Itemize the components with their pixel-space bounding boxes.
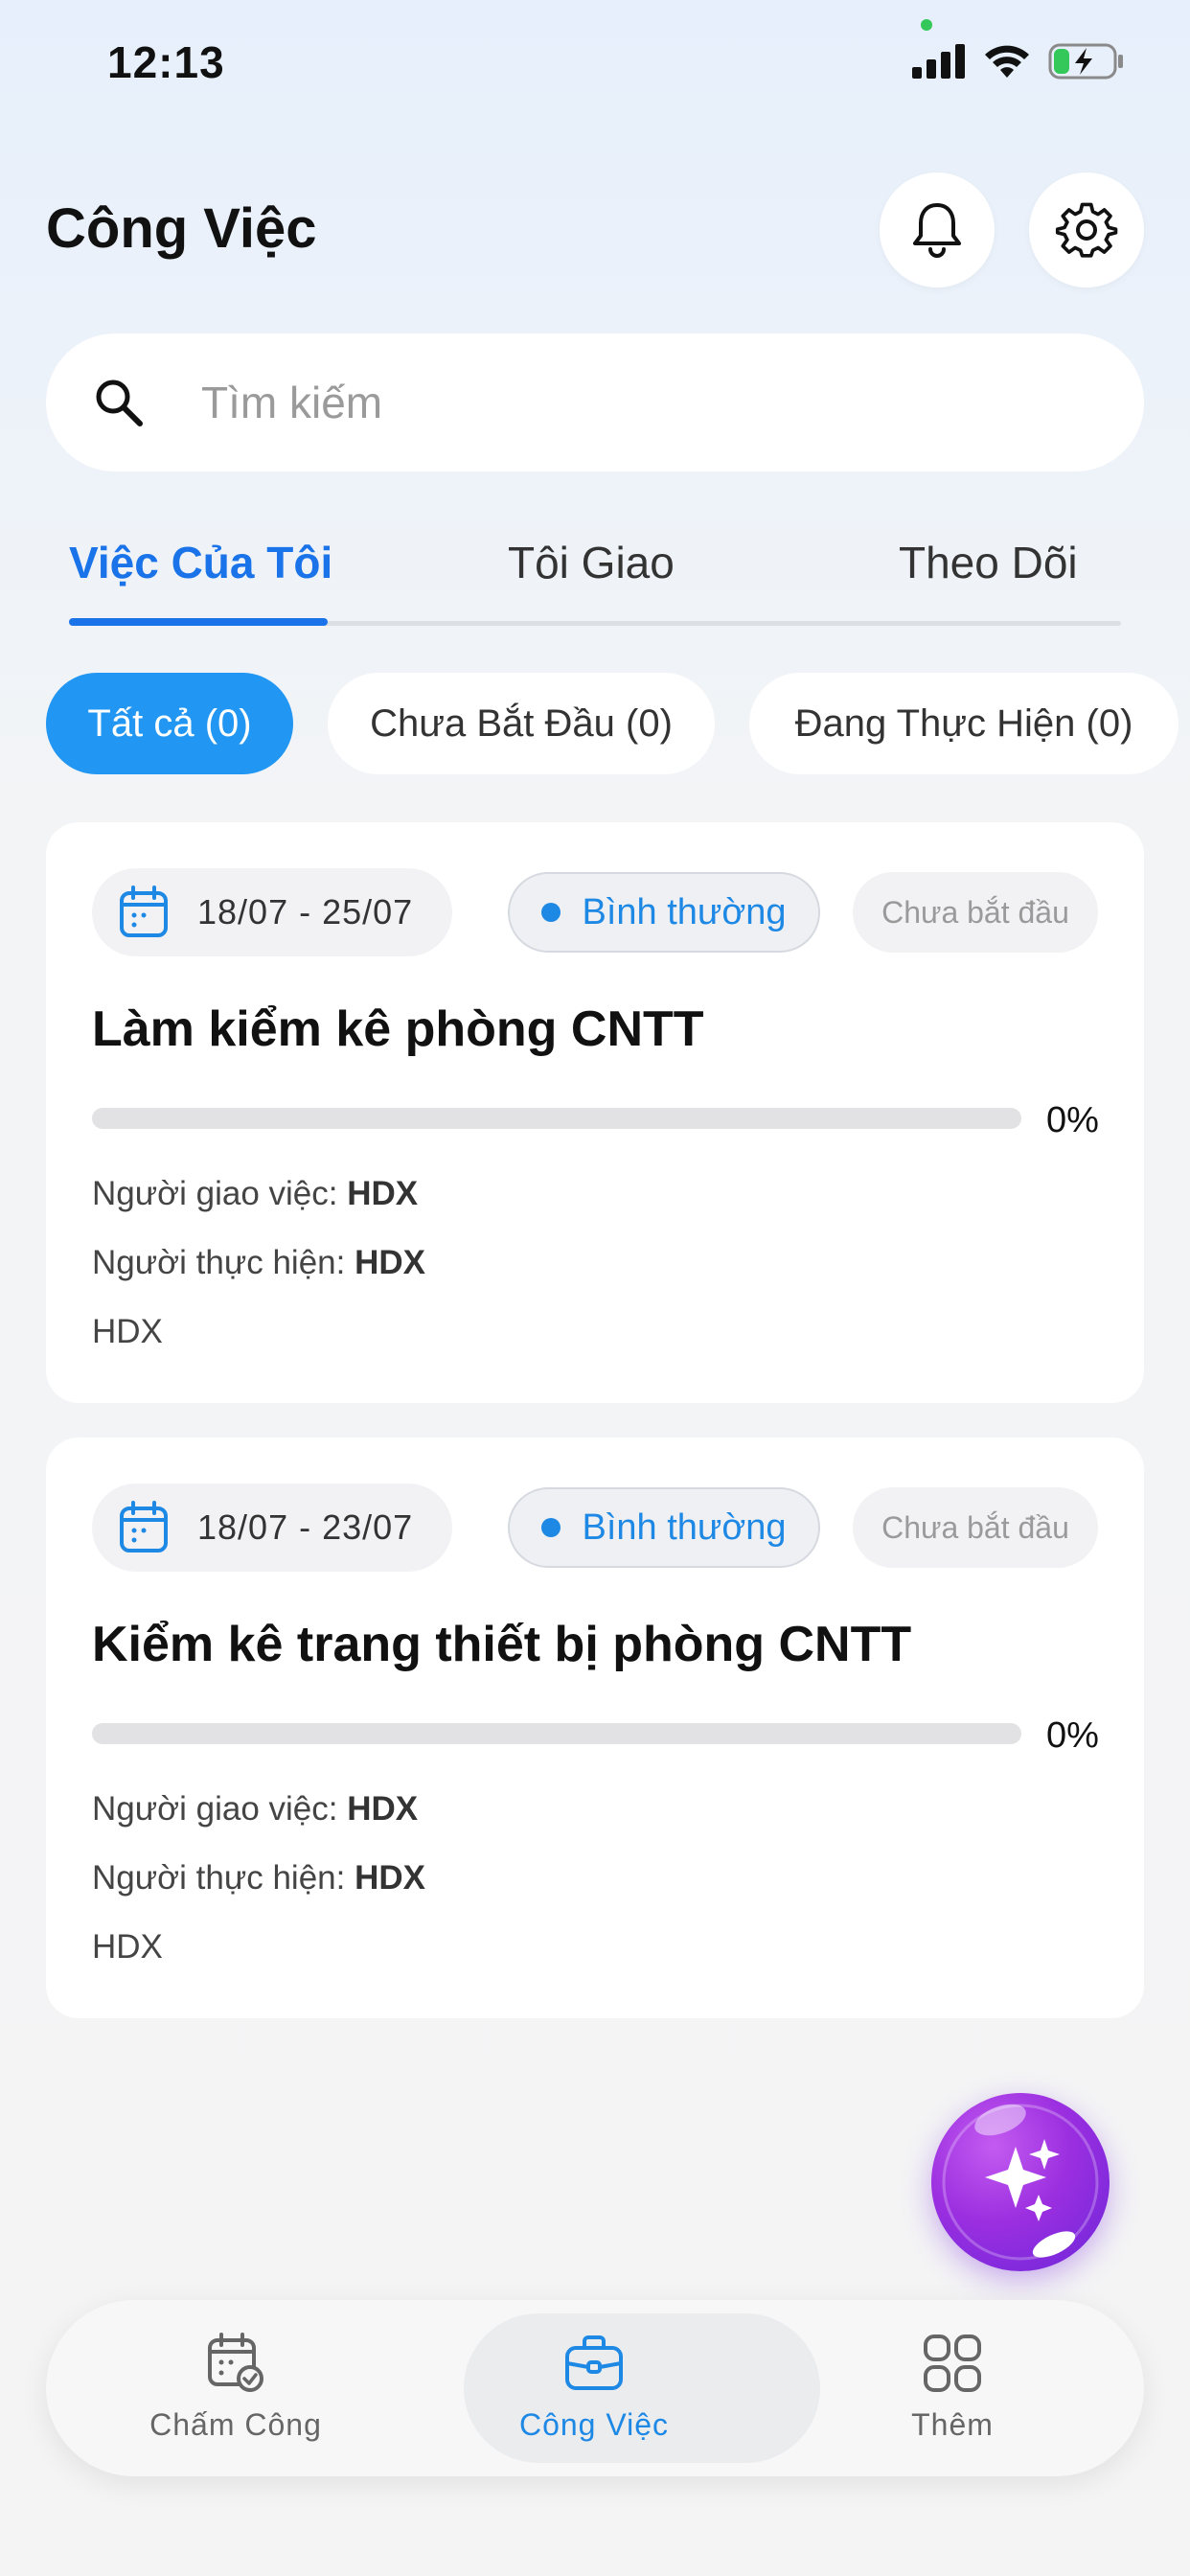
tab-my-tasks[interactable]: Việc Của Tôi	[69, 537, 332, 588]
status-icons	[912, 42, 1125, 80]
assignee-value: HDX	[355, 1859, 426, 1897]
task-title: Làm kiểm kê phòng CNTT	[92, 1001, 704, 1057]
nav-label: Thêm	[911, 2407, 994, 2442]
briefcase-icon	[565, 2335, 623, 2390]
calendar-check-icon	[208, 2333, 263, 2392]
assigner-row: Người giao việc: HDX	[92, 1175, 418, 1213]
nav-item-tasks[interactable]: Công Việc	[450, 2333, 738, 2443]
progress-percent: 0%	[1046, 1100, 1099, 1140]
unit-text: HDX	[92, 1313, 163, 1350]
priority-text: Bình thường	[582, 891, 787, 932]
assigner-row: Người giao việc: HDX	[92, 1790, 418, 1828]
settings-button[interactable]	[1029, 172, 1144, 288]
assignee-label: Người thực hiện:	[92, 1859, 346, 1897]
assignee-label: Người thực hiện:	[92, 1244, 346, 1281]
gear-icon	[1055, 202, 1118, 258]
task-card[interactable]: 18/07 - 23/07 Bình thường Chưa bắt đầu K…	[46, 1438, 1144, 2018]
progress-bar	[92, 1108, 1021, 1129]
progress-percent: 0%	[1046, 1715, 1099, 1756]
priority-text: Bình thường	[582, 1506, 787, 1548]
filter-all-chip[interactable]: Tất cả (0)	[46, 673, 293, 774]
priority-dot	[541, 903, 561, 922]
search-input[interactable]	[201, 377, 1064, 428]
assigner-value: HDX	[347, 1790, 419, 1828]
grid-icon	[924, 2334, 981, 2392]
assigner-label: Người giao việc:	[92, 1175, 338, 1212]
date-range-badge: 18/07 - 25/07	[92, 868, 452, 956]
calendar-icon	[120, 886, 168, 937]
active-tab-indicator	[69, 618, 328, 626]
sparkles-icon	[942, 2104, 1099, 2261]
assigner-label: Người giao việc:	[92, 1790, 338, 1828]
page-title: Công Việc	[46, 197, 317, 260]
signal-icon	[912, 44, 965, 79]
status-time: 12:13	[107, 37, 225, 87]
privacy-indicator-dot	[921, 19, 932, 31]
priority-dot	[541, 1518, 561, 1537]
tab-assigned-by-me[interactable]: Tôi Giao	[508, 537, 675, 588]
tab-following[interactable]: Theo Dõi	[899, 537, 1078, 588]
nav-label: Công Việc	[518, 2407, 670, 2442]
assignee-value: HDX	[355, 1244, 426, 1281]
nav-item-attendance[interactable]: Chấm Công	[92, 2333, 379, 2443]
progress-bar	[92, 1723, 1021, 1744]
search-bar[interactable]	[46, 334, 1144, 472]
bell-icon	[913, 203, 961, 258]
status-badge: Chưa bắt đầu	[853, 872, 1098, 953]
filter-not-started-chip[interactable]: Chưa Bắt Đầu (0)	[328, 673, 715, 774]
battery-charging-icon	[1048, 43, 1123, 80]
task-title: Kiểm kê trang thiết bị phòng CNTT	[92, 1617, 912, 1672]
assigner-value: HDX	[347, 1175, 419, 1212]
unit-text: HDX	[92, 1928, 163, 1966]
ai-assistant-button[interactable]	[931, 2093, 1110, 2271]
assignee-row: Người thực hiện: HDX	[92, 1244, 425, 1282]
nav-item-more[interactable]: Thêm	[809, 2333, 1096, 2443]
priority-badge: Bình thường	[508, 872, 820, 953]
calendar-icon	[120, 1501, 168, 1552]
bottom-navigation: Chấm Công Công Việc Thêm	[46, 2300, 1144, 2476]
tab-bar: Việc Của Tôi Tôi Giao Theo Dõi	[69, 537, 1121, 627]
priority-badge: Bình thường	[508, 1487, 820, 1568]
search-icon	[96, 380, 143, 426]
date-range-badge: 18/07 - 23/07	[92, 1484, 452, 1572]
filter-in-progress-chip[interactable]: Đang Thực Hiện (0)	[749, 673, 1179, 774]
date-range-text: 18/07 - 25/07	[197, 892, 414, 932]
nav-label: Chấm Công	[149, 2407, 322, 2442]
wifi-icon	[985, 45, 1029, 78]
assignee-row: Người thực hiện: HDX	[92, 1859, 425, 1898]
notifications-button[interactable]	[880, 172, 995, 288]
status-badge: Chưa bắt đầu	[853, 1487, 1098, 1568]
date-range-text: 18/07 - 23/07	[197, 1507, 414, 1547]
task-card[interactable]: 18/07 - 25/07 Bình thường Chưa bắt đầu L…	[46, 822, 1144, 1403]
